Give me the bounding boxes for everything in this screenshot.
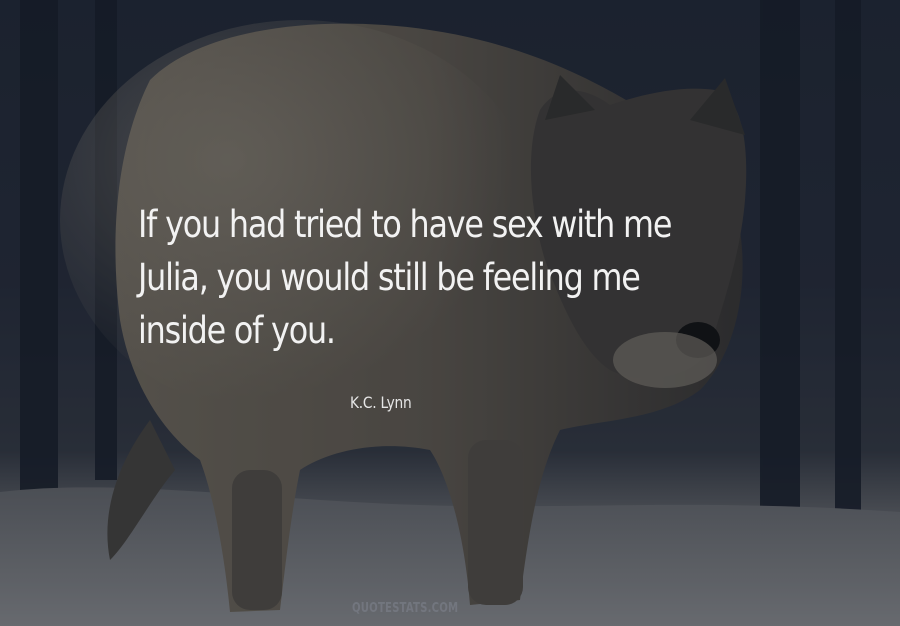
quote-line: inside of you. [138, 309, 336, 352]
quote-card: If you had tried to have sex with me Jul… [0, 0, 900, 626]
site-watermark: QUOTESTATS.COM [352, 601, 459, 616]
quote-text: If you had tried to have sex with me Jul… [138, 198, 706, 357]
quote-line: Julia, you would still be feeling me [138, 256, 641, 299]
quote-author: K.C. Lynn [350, 393, 412, 412]
quote-line: If you had tried to have sex with me [138, 203, 672, 246]
